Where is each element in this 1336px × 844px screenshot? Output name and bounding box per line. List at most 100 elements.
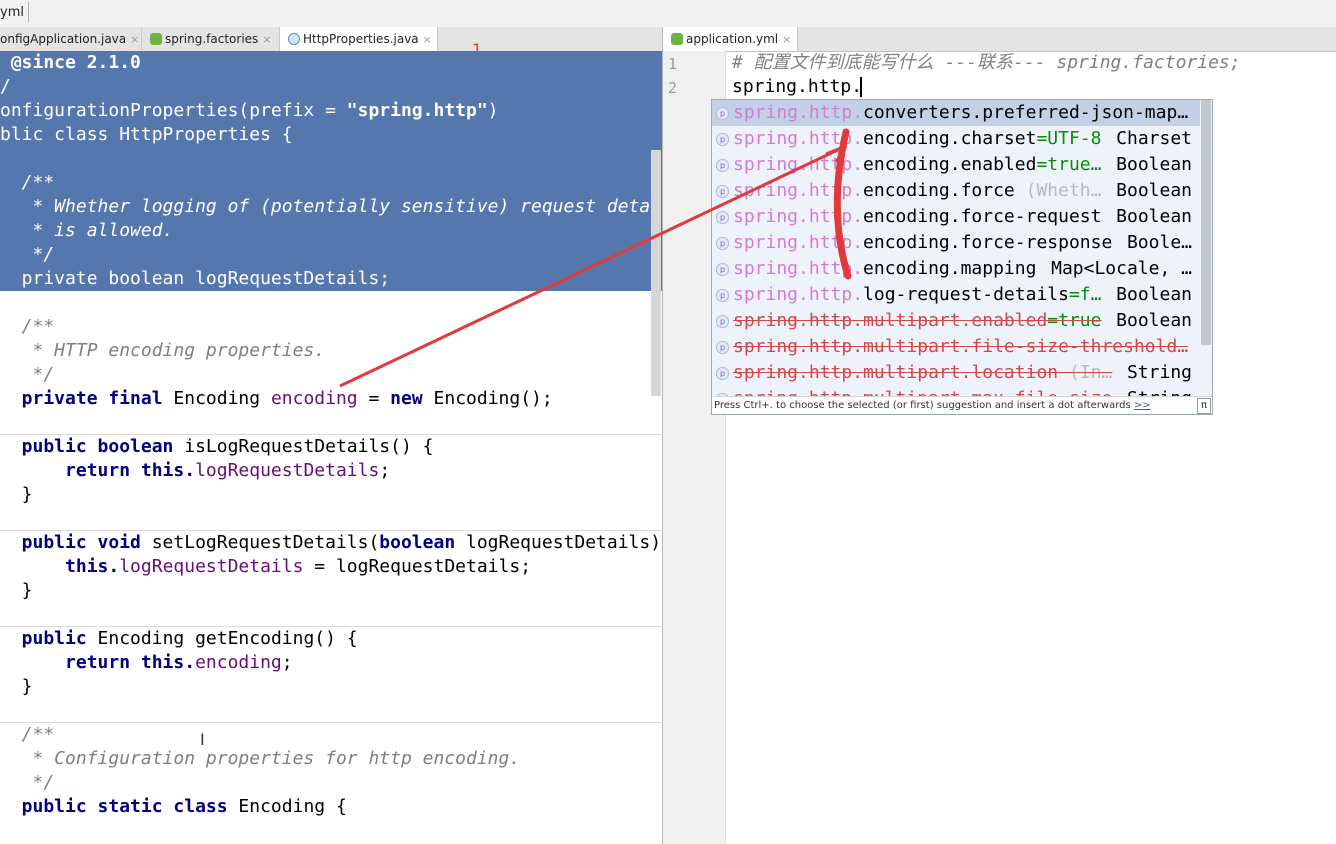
completion-description-hint: (Wheth…: [1014, 180, 1102, 201]
code-line: /**: [0, 172, 55, 193]
completion-item[interactable]: p spring.http.encoding.charset=UTF-8 Chars…: [712, 126, 1200, 152]
property-icon: p: [716, 237, 729, 250]
code-line: @since 2.1.0: [0, 52, 141, 73]
code-line: private boolean logRequestDetails;: [0, 268, 391, 289]
completion-item[interactable]: p spring.http.multipart.location (In… Stri…: [712, 360, 1200, 386]
code-line: this.logRequestDetails = logRequestDetai…: [0, 556, 532, 577]
code-line: /: [0, 76, 11, 97]
completion-item-text: spring.http.multipart.enabled=true: [733, 308, 1101, 334]
close-icon[interactable]: ×: [782, 33, 791, 46]
code-line: * Whether logging of (potentially sensit…: [0, 196, 662, 217]
property-icon: p: [716, 211, 729, 224]
tab-spring-factories[interactable]: spring.factories ×: [142, 27, 280, 51]
code-line: * is allowed.: [0, 220, 174, 241]
tab-config-application[interactable]: onfigApplication.java ×: [0, 27, 142, 51]
completion-property-name: encoding.charset: [863, 128, 1037, 149]
tab-application-yml[interactable]: application.yml ×: [663, 27, 798, 51]
property-icon: p: [716, 263, 729, 276]
text-selection: [0, 51, 662, 291]
mouse-ibeam-cursor-icon: I: [200, 730, 205, 749]
completion-item-text: spring.http.encoding.force (Wheth…: [733, 178, 1101, 204]
yml-code-line[interactable]: spring.http.: [732, 75, 862, 99]
close-icon[interactable]: ×: [130, 33, 139, 46]
completion-property-name: encoding.force: [863, 180, 1015, 201]
completion-type: Charset: [1116, 128, 1192, 149]
close-icon[interactable]: ×: [423, 33, 432, 46]
property-icon: p: [716, 315, 729, 328]
completion-prefix: spring.http.: [733, 128, 864, 149]
completion-prefix: spring.http.: [733, 232, 864, 253]
property-icon: p: [716, 159, 729, 172]
completion-scrollbar[interactable]: [1201, 100, 1211, 345]
completion-description-hint: (In…: [1058, 362, 1113, 383]
completion-property-name: encoding.enabled: [863, 154, 1037, 175]
completion-item[interactable]: p spring.http.encoding.force (Wheth… Boole…: [712, 178, 1200, 204]
yml-comment-line[interactable]: # 配置文件到底能写什么 ---联系--- spring.factories;: [732, 51, 1241, 75]
completion-item[interactable]: p spring.http.multipart.enabled=true Boole…: [712, 308, 1200, 334]
completion-item[interactable]: p spring.http.converters.preferred-json-m…: [712, 100, 1200, 126]
code-line: /**: [0, 316, 55, 337]
code-line: */: [0, 772, 55, 793]
code-completion-popup[interactable]: p spring.http.converters.preferred-json-m…: [711, 99, 1213, 415]
completion-item[interactable]: p spring.http.encoding.enabled=true… Boole…: [712, 152, 1200, 178]
completion-item-text: spring.http.encoding.mapping: [733, 256, 1036, 282]
property-icon: p: [716, 107, 729, 120]
java-editor[interactable]: @since 2.1.0 / onfigurationProperties(pr…: [0, 51, 662, 844]
spring-file-icon: [150, 33, 162, 45]
yml-file-icon: [671, 33, 683, 45]
completion-property-name: multipart.location: [863, 362, 1059, 383]
completion-item[interactable]: p spring.http.log-request-details=f… Boole…: [712, 282, 1200, 308]
left-editor-tabbar: onfigApplication.java × spring.factories ×…: [0, 27, 662, 52]
completion-item-text: spring.http.encoding.charset=UTF-8: [733, 126, 1101, 152]
tab-http-properties[interactable]: HttpProperties.java ×: [280, 27, 438, 51]
property-icon: p: [716, 367, 729, 380]
completion-type: Boole…: [1126, 232, 1192, 253]
property-icon: p: [716, 185, 729, 198]
completion-default-value: =f…: [1068, 284, 1102, 305]
code-line: return this.logRequestDetails;: [0, 460, 391, 481]
completion-property-name: log-request-details: [863, 284, 1069, 305]
method-separator: [0, 722, 662, 723]
completion-default-value: =true: [1047, 310, 1102, 331]
completion-item[interactable]: p spring.http.encoding.force-response Bool…: [712, 230, 1200, 256]
completion-item-text: spring.http.multipart.file-size-threshol…: [733, 334, 1188, 360]
code-line: }: [0, 580, 33, 601]
code-line: */: [0, 244, 55, 265]
completion-item[interactable]: p spring.http.encoding.force-request Boole…: [712, 204, 1200, 230]
completion-prefix: spring.http.: [733, 258, 864, 279]
completion-hint-bar: Press Ctrl+. to choose the selected (or …: [712, 396, 1212, 414]
completion-item-text: spring.http.encoding.force-request: [733, 204, 1101, 230]
code-line: public static class Encoding {: [0, 796, 347, 817]
hint-more-link[interactable]: >>: [1134, 400, 1151, 411]
text-caret: [860, 77, 862, 97]
completion-item[interactable]: p spring.http.multipart.file-size-thresho…: [712, 334, 1200, 360]
code-line: */: [0, 364, 55, 385]
completion-property-name: multipart.file-size-threshold…: [863, 336, 1189, 357]
breadcrumb-bar: yml: [0, 0, 1336, 28]
completion-property-name: encoding.force-response: [863, 232, 1113, 253]
line-number: 2: [668, 79, 678, 97]
tab-label: HttpProperties.java: [303, 32, 419, 46]
completion-prefix: spring.http.: [733, 102, 864, 123]
code-line: private final Encoding encoding = new En…: [0, 388, 553, 409]
code-line: * Configuration properties for http enco…: [0, 748, 521, 769]
pi-icon[interactable]: π: [1197, 398, 1211, 414]
breadcrumb-separator: [20, 2, 29, 22]
property-icon: p: [716, 289, 729, 302]
completion-property-name: encoding.force-request: [863, 206, 1102, 227]
property-icon: p: [716, 341, 729, 354]
code-line: }: [0, 484, 33, 505]
completion-item[interactable]: p spring.http.encoding.mapping Map<Locale,…: [712, 256, 1200, 282]
hint-text: Press Ctrl+. to choose the selected (or …: [714, 400, 1131, 411]
code-line: }: [0, 676, 33, 697]
code-line: public Encoding getEncoding() {: [0, 628, 358, 649]
completion-type: Boolean: [1116, 206, 1192, 227]
vertical-scrollbar[interactable]: [651, 150, 661, 396]
tab-label: onfigApplication.java: [0, 32, 127, 46]
tab-label: application.yml: [686, 32, 779, 46]
completion-item-text: spring.http.converters.preferred-json-ma…: [733, 100, 1188, 126]
completion-item-text: spring.http.encoding.force-response: [733, 230, 1112, 256]
completion-prefix: spring.http.: [733, 336, 864, 357]
completion-item-text: spring.http.encoding.enabled=true…: [733, 152, 1101, 178]
close-icon[interactable]: ×: [262, 33, 271, 46]
